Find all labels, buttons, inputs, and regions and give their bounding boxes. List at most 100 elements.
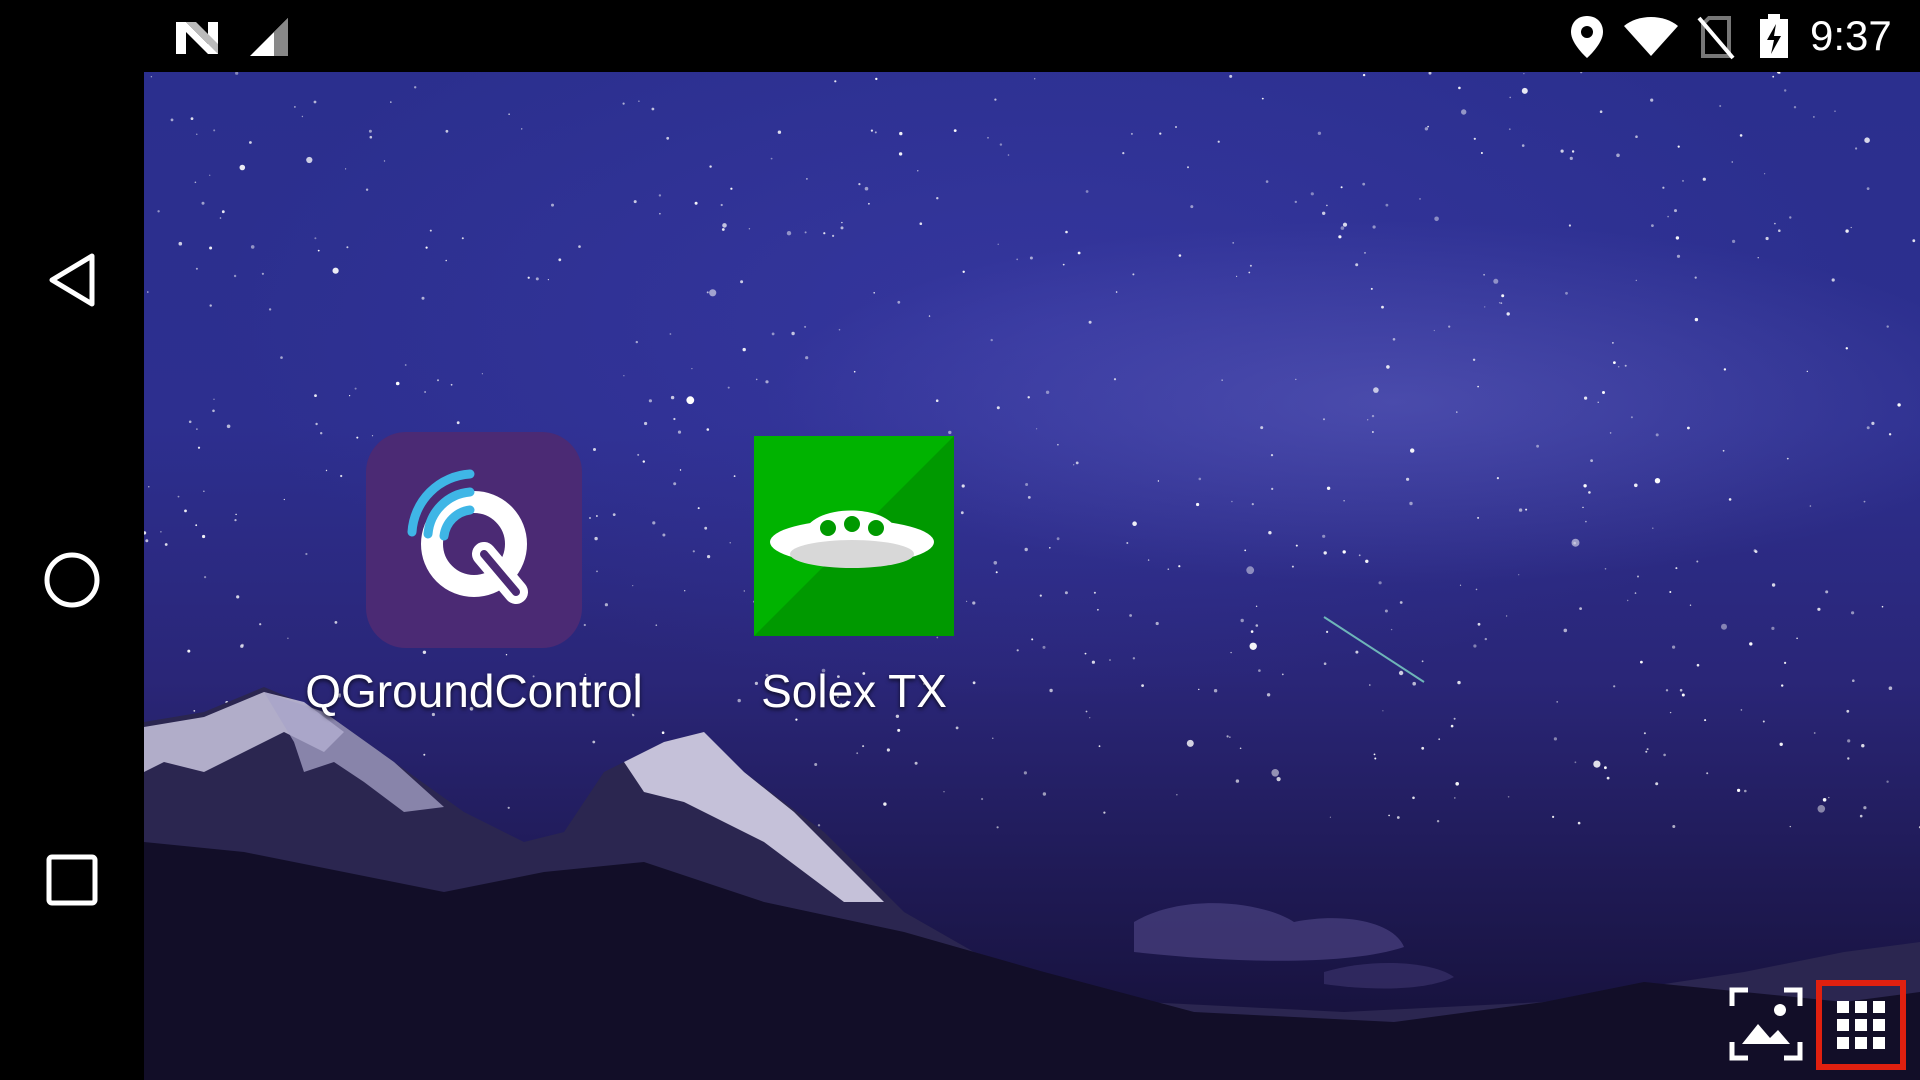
star [1246, 566, 1255, 575]
star [1390, 628, 1393, 631]
star [306, 156, 313, 164]
star [1385, 203, 1389, 207]
star [1255, 624, 1259, 627]
star [1187, 166, 1189, 169]
star [1604, 568, 1607, 570]
star [981, 797, 984, 801]
star [1186, 739, 1194, 747]
star [1706, 772, 1709, 775]
star [658, 194, 662, 197]
star [1677, 145, 1680, 148]
star [1231, 500, 1233, 503]
star [709, 289, 717, 297]
star [1232, 242, 1235, 244]
star [661, 731, 665, 734]
star [1235, 779, 1240, 783]
star [1103, 811, 1106, 814]
star [1813, 732, 1816, 734]
star [187, 649, 191, 653]
star [1483, 273, 1485, 276]
wallpaper-icon [1729, 987, 1803, 1061]
star [1585, 520, 1587, 523]
recents-button[interactable] [30, 838, 114, 922]
app-shortcut-solex-tx[interactable]: Solex TX [704, 432, 1004, 718]
star [990, 338, 993, 342]
star [1606, 776, 1610, 780]
star [1049, 688, 1053, 693]
star [1609, 432, 1612, 434]
star [1371, 414, 1375, 418]
star [1217, 140, 1220, 143]
star [840, 226, 844, 230]
star [1310, 192, 1314, 196]
wallpaper-button[interactable] [1726, 984, 1806, 1064]
star [638, 100, 640, 102]
star [1667, 215, 1669, 218]
star [1089, 717, 1091, 719]
star [1739, 134, 1743, 137]
star [1088, 320, 1092, 324]
star [1450, 724, 1454, 728]
star [870, 129, 874, 132]
star [178, 241, 183, 246]
star [1764, 173, 1766, 175]
star [1850, 226, 1852, 229]
star [955, 726, 959, 730]
star [1674, 209, 1677, 213]
star [1793, 106, 1797, 109]
star [1871, 421, 1875, 425]
star [1536, 444, 1539, 448]
star [997, 243, 999, 245]
star [1294, 200, 1298, 204]
star [1744, 789, 1747, 793]
star [720, 203, 723, 207]
star [294, 106, 296, 108]
star [1851, 611, 1855, 615]
star [160, 531, 162, 533]
star [697, 507, 700, 510]
star [1645, 750, 1648, 753]
star [1886, 780, 1889, 783]
back-button[interactable] [30, 238, 114, 322]
star [804, 231, 807, 234]
back-icon [49, 253, 95, 307]
star [196, 428, 198, 430]
star [1473, 137, 1476, 140]
star [1141, 684, 1144, 687]
star [383, 160, 386, 162]
star [644, 421, 648, 426]
app-shortcut-qgroundcontrol[interactable]: QGroundControl [304, 432, 644, 718]
star [928, 315, 931, 317]
app-drawer-button[interactable] [1816, 980, 1906, 1070]
star [239, 164, 246, 171]
star [1421, 660, 1424, 663]
star [1322, 211, 1326, 215]
star [814, 763, 818, 766]
star [1675, 236, 1680, 240]
star [147, 291, 149, 293]
star [315, 422, 318, 426]
star [1723, 368, 1727, 371]
star [1493, 278, 1499, 284]
star [425, 246, 428, 249]
home-button[interactable] [30, 538, 114, 622]
star [898, 152, 903, 156]
star [1634, 592, 1637, 594]
star [1613, 685, 1616, 688]
star [1459, 584, 1462, 586]
star [1553, 737, 1557, 741]
star [1634, 483, 1638, 488]
star [1271, 769, 1279, 777]
star [1813, 116, 1815, 118]
star [1412, 796, 1415, 800]
star [1453, 717, 1456, 720]
star [1434, 216, 1439, 222]
star [1340, 186, 1343, 189]
star [1213, 689, 1218, 693]
star [1398, 670, 1404, 676]
star [354, 387, 357, 390]
star [1448, 325, 1451, 328]
star [1784, 661, 1787, 665]
star [1326, 486, 1331, 490]
star [1122, 152, 1125, 155]
